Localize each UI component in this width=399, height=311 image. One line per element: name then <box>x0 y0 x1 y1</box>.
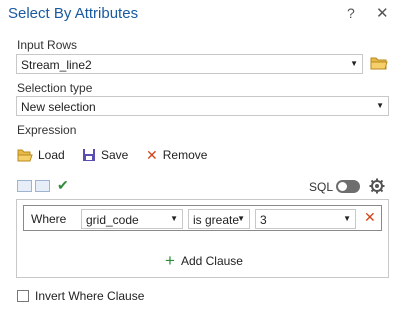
expression-label: Expression <box>17 123 77 137</box>
input-rows-dropdown[interactable]: Stream_line2 ▼ <box>16 54 363 74</box>
chevron-down-icon: ▼ <box>350 59 358 68</box>
checkbox-box[interactable] <box>17 290 29 302</box>
where-label: Where <box>31 212 67 226</box>
toggle-knob <box>338 182 347 191</box>
clause-view-icon[interactable] <box>35 180 50 192</box>
invert-where-clause-checkbox[interactable]: Invert Where Clause <box>17 289 144 303</box>
invert-label: Invert Where Clause <box>35 289 145 303</box>
load-label: Load <box>38 148 65 162</box>
dialog-title: Select By Attributes <box>8 5 139 22</box>
save-button[interactable]: Save <box>82 146 128 164</box>
sql-view-icon[interactable] <box>17 180 32 192</box>
save-label: Save <box>101 148 129 162</box>
expression-builder-panel: Where grid_code ▼ is greate ▼ 3 ▼ ✕ + Ad… <box>16 199 389 278</box>
input-rows-label: Input Rows <box>17 38 78 52</box>
load-button[interactable]: Load <box>17 146 65 164</box>
selection-type-dropdown[interactable]: New selection ▼ <box>16 96 389 116</box>
field-value: grid_code <box>86 213 139 227</box>
selection-type-label: Selection type <box>17 81 93 95</box>
add-clause-label: Add Clause <box>180 254 243 268</box>
selection-type-value: New selection <box>21 100 96 114</box>
sql-label: SQL <box>309 180 334 194</box>
add-clause-button[interactable]: + Add Clause <box>165 251 243 270</box>
gear-icon[interactable] <box>369 178 385 194</box>
title-bar: Select By Attributes ? ✕ <box>0 0 399 30</box>
chevron-down-icon: ▼ <box>343 214 351 223</box>
close-icon[interactable]: ✕ <box>376 4 389 22</box>
help-icon[interactable]: ? <box>347 5 355 21</box>
chevron-down-icon: ▼ <box>170 214 178 223</box>
operator-value: is greate <box>193 213 240 227</box>
remove-label: Remove <box>162 148 208 162</box>
remove-button[interactable]: ✕ Remove <box>146 146 207 164</box>
input-rows-value: Stream_line2 <box>21 58 92 72</box>
operator-dropdown[interactable]: is greate ▼ <box>188 209 250 229</box>
folder-icon[interactable] <box>370 56 388 70</box>
field-dropdown[interactable]: grid_code ▼ <box>81 209 183 229</box>
value-dropdown[interactable]: 3 ▼ <box>255 209 356 229</box>
open-folder-icon <box>17 149 33 161</box>
chevron-down-icon: ▼ <box>237 214 245 223</box>
plus-icon: + <box>165 251 175 270</box>
chevron-down-icon: ▼ <box>376 101 384 110</box>
remove-clause-icon[interactable]: ✕ <box>364 209 376 226</box>
value-value: 3 <box>260 213 267 227</box>
remove-x-icon: ✕ <box>146 146 158 163</box>
save-disk-icon <box>83 149 95 161</box>
clause-row: Where grid_code ▼ is greate ▼ 3 ▼ ✕ <box>23 205 382 231</box>
verify-check-icon[interactable]: ✔ <box>57 177 69 194</box>
sql-toggle[interactable] <box>336 180 360 193</box>
